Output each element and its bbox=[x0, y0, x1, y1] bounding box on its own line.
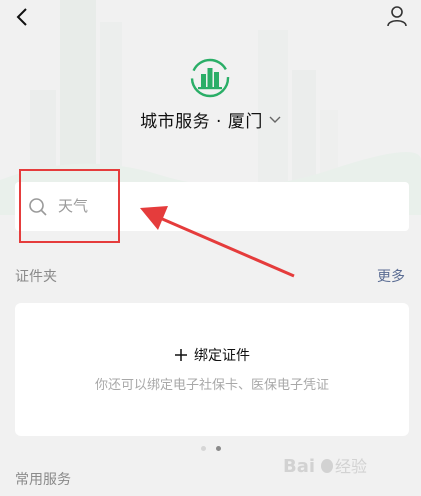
plus-icon bbox=[175, 349, 187, 361]
svg-text:经验: 经验 bbox=[335, 457, 367, 476]
common-services-title: 常用服务 bbox=[15, 472, 71, 488]
baidu-paw-logo: Bai 经验 bbox=[283, 456, 367, 477]
bind-document-label: 绑定证件 bbox=[194, 348, 250, 364]
card-description: 你还可以绑定电子社保卡、医保电子凭证 bbox=[94, 378, 329, 393]
svg-text:Bai: Bai bbox=[283, 456, 315, 477]
more-link[interactable]: 更多 bbox=[377, 266, 405, 286]
annotation-highlight-box bbox=[19, 169, 120, 243]
documents-card: 绑定证件 你还可以绑定电子社保卡、医保电子凭证 bbox=[15, 303, 409, 436]
profile-button[interactable] bbox=[381, 2, 413, 30]
bind-document-button[interactable]: 绑定证件 bbox=[15, 345, 409, 365]
back-button[interactable] bbox=[8, 4, 36, 30]
pager-dot bbox=[200, 446, 206, 451]
pager-dot-active bbox=[215, 446, 221, 451]
city-title: 城市服务 · 厦门 bbox=[140, 112, 263, 132]
chevron-left-icon bbox=[16, 8, 27, 26]
documents-title: 证件夹 bbox=[15, 269, 57, 285]
city-buildings-icon bbox=[190, 58, 230, 98]
pager bbox=[0, 446, 421, 451]
city-selector[interactable]: 城市服务 · 厦门 bbox=[0, 107, 421, 132]
chevron-down-icon bbox=[269, 116, 281, 123]
person-icon bbox=[387, 6, 407, 27]
documents-section-header: 证件夹 更多 bbox=[15, 266, 405, 286]
watermark: Bai 经验 bbox=[283, 452, 391, 478]
